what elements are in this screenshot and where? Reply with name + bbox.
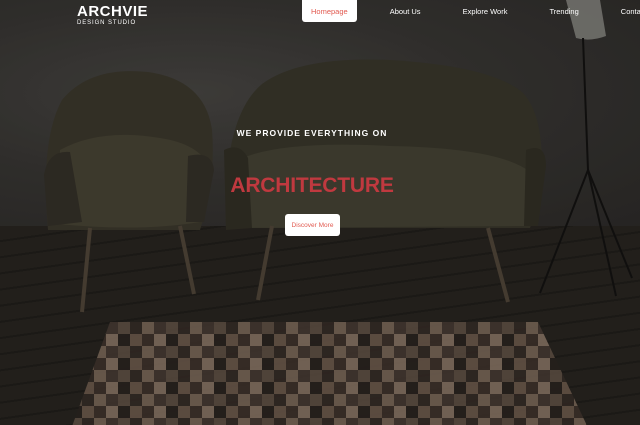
dark-overlay [0, 0, 640, 425]
nav-item-trending[interactable]: Trending [540, 0, 587, 22]
hero-subtitle: WE PROVIDE EVERYTHING ON [236, 128, 388, 138]
nav-item-homepage[interactable]: Homepage [302, 0, 357, 22]
discover-more-button[interactable]: Discover More [285, 214, 340, 236]
brand-tagline: DESIGN STUDIO [77, 20, 137, 26]
brand-logo[interactable]: ARCHVIE DESIGN STUDIO [77, 4, 148, 27]
brand-name: ARCHVIE [77, 3, 149, 20]
nav-item-contact-us[interactable]: Contact Us [612, 0, 640, 22]
main-nav: Homepage About Us Explore Work Trending … [302, 0, 640, 22]
nav-item-explore-work[interactable]: Explore Work [454, 0, 517, 22]
nav-item-about-us[interactable]: About Us [381, 0, 430, 22]
hero-section: ARCHVIE DESIGN STUDIO Homepage About Us … [0, 0, 640, 425]
hero-title: ARCHITECTURE [230, 174, 394, 197]
